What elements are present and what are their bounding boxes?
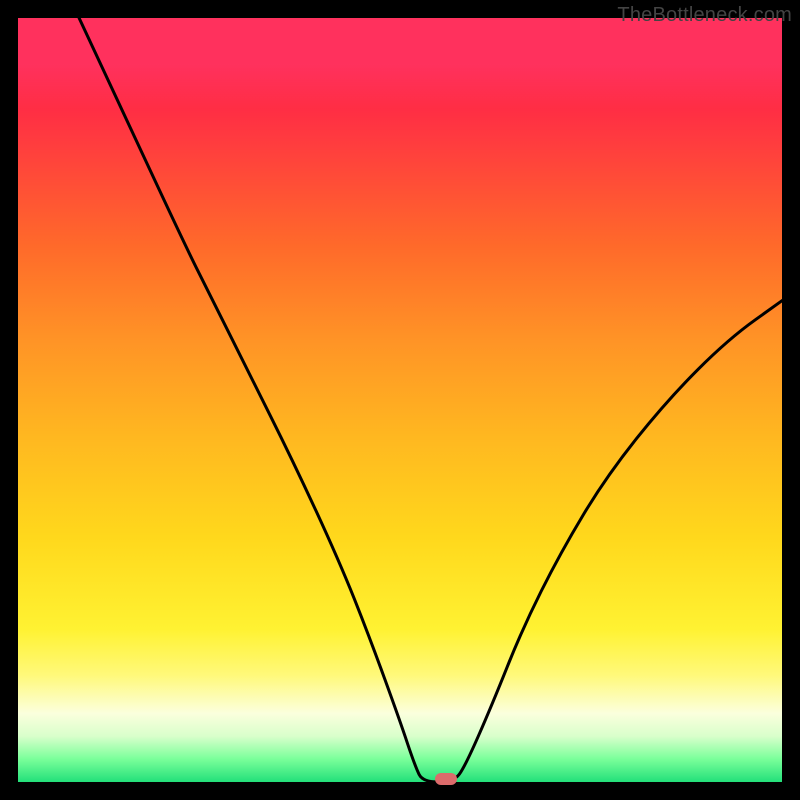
plot-area: [18, 18, 782, 782]
minimum-marker: [435, 773, 457, 785]
chart-frame: TheBottleneck.com: [0, 0, 800, 800]
bottleneck-curve: [18, 18, 782, 782]
watermark-text: TheBottleneck.com: [617, 4, 792, 27]
